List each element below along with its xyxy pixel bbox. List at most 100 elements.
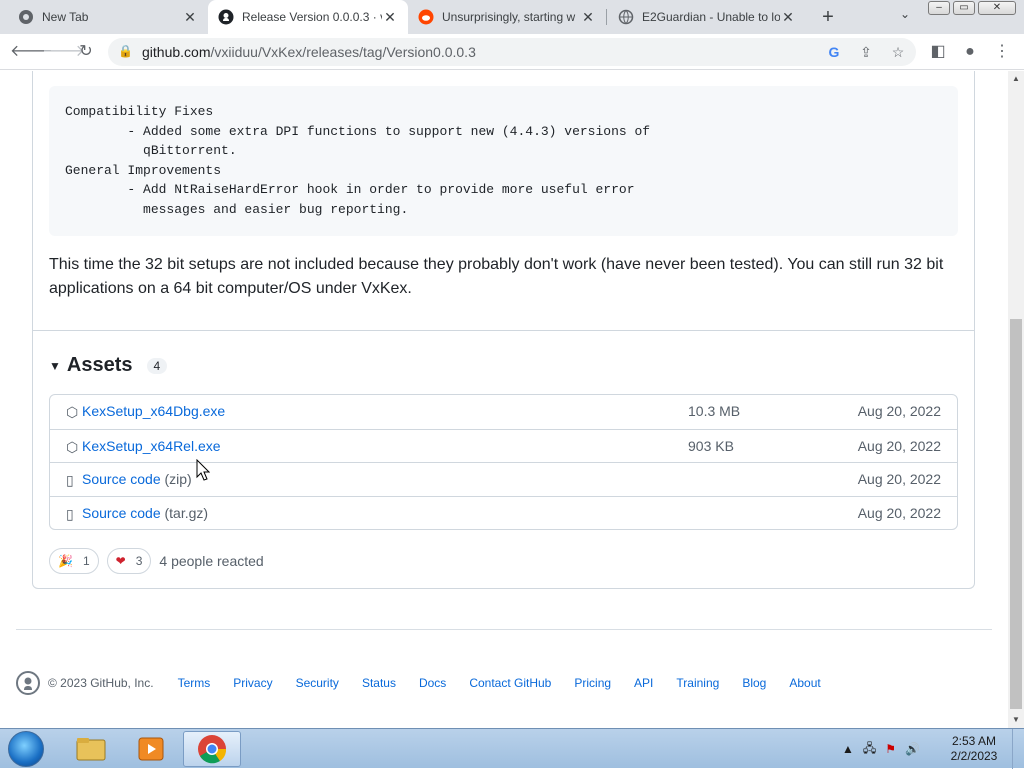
url-text[interactable]: github.com/vxiiduu/VxKex/releases/tag/Ve… (142, 44, 476, 60)
side-panel-icon[interactable]: ◧ (926, 40, 950, 64)
url-host: github.com (142, 44, 211, 60)
reload-button[interactable]: ↻ (74, 40, 98, 64)
assets-toggle[interactable]: ▼ Assets 4 (49, 354, 168, 377)
release-notes-code: Compatibility Fixes - Added some extra D… (49, 86, 958, 236)
address-bar[interactable]: 🔒 github.com/vxiiduu/VxKex/releases/tag/… (108, 38, 916, 66)
minimize-button[interactable]: – (928, 1, 950, 15)
asset-suffix: (tar.gz) (160, 504, 209, 521)
back-button[interactable]: 🡐 (10, 40, 53, 64)
taskbar-media-player[interactable] (122, 731, 180, 767)
tab-new-tab[interactable]: New Tab ✕ (8, 0, 208, 34)
forward-button[interactable]: 🡒 (42, 40, 85, 64)
close-window-button[interactable]: ✕ (978, 1, 1016, 15)
github-icon (218, 9, 234, 25)
hooray-icon: 🎉 (58, 554, 73, 568)
asset-suffix: (zip) (160, 471, 192, 487)
close-tab-icon[interactable]: ✕ (382, 9, 398, 26)
asset-date: Aug 20, 2022 (857, 504, 941, 521)
footer-link-blog[interactable]: Blog (742, 676, 766, 690)
globe-icon (618, 9, 634, 25)
asset-link[interactable]: Source code (zip) (82, 471, 192, 487)
clock-date: 2/2/2023 (950, 749, 998, 763)
page-content: Compatibility Fixes - Added some extra D… (0, 71, 1008, 728)
action-center-flag-icon[interactable]: ⚑ (885, 742, 896, 756)
asset-link[interactable]: KexSetup_x64Dbg.exe (82, 403, 225, 419)
lock-icon[interactable]: 🔒 (118, 44, 133, 58)
show-hidden-icons-icon[interactable]: ▲ (842, 742, 854, 756)
scroll-up-arrow-icon[interactable]: ▲ (1008, 71, 1024, 87)
tab-strip: New Tab ✕ Release Version 0.0.0.3 · v ✕ … (0, 0, 1024, 34)
tab-separator (606, 9, 607, 25)
mouse-cursor-icon (196, 459, 210, 481)
start-button[interactable] (8, 731, 44, 767)
clock-time: 2:53 AM (951, 734, 997, 748)
package-icon: ⬡ (66, 438, 79, 455)
reactions-summary: 4 people reacted (159, 553, 264, 569)
file-zip-icon: ▯ (66, 505, 74, 522)
reaction-heart-button[interactable]: ❤ 3 (106, 548, 152, 574)
media-player-icon (138, 737, 164, 761)
asset-row: ⬡ KexSetup_x64Rel.exe 903 KB Aug 20, 202… (50, 428, 957, 463)
close-tab-icon[interactable]: ✕ (182, 9, 198, 26)
tab-search-icon[interactable]: ⌄ (896, 7, 914, 25)
footer-link-docs[interactable]: Docs (419, 676, 446, 690)
footer-link-status[interactable]: Status (362, 676, 396, 690)
package-icon: ⬡ (66, 404, 79, 420)
footer-link-contact[interactable]: Contact GitHub (469, 676, 551, 690)
asset-size: 10.3 MB (688, 403, 741, 419)
footer-link-training[interactable]: Training (676, 676, 719, 690)
copyright: © 2023 GitHub, Inc. (48, 676, 154, 690)
profile-avatar-icon[interactable]: ● (958, 40, 982, 64)
tab-title: E2Guardian - Unable to lo (642, 10, 780, 24)
asset-date: Aug 20, 2022 (857, 471, 941, 487)
tab-title: Release Version 0.0.0.3 · v (242, 10, 382, 24)
footer-link-terms[interactable]: Terms (178, 676, 211, 690)
menu-kebab-icon[interactable]: ⋮ (990, 40, 1014, 64)
new-tab-button[interactable]: + (816, 5, 840, 29)
chrome-icon (198, 735, 227, 764)
footer-link-api[interactable]: API (634, 676, 653, 690)
show-desktop-button[interactable] (1012, 729, 1024, 769)
close-tab-icon[interactable]: ✕ (780, 9, 796, 26)
browser-toolbar: 🡐 🡒 ↻ 🔒 github.com/vxiiduu/VxKex/release… (0, 34, 1024, 70)
footer-link-privacy[interactable]: Privacy (233, 676, 272, 690)
folder-icon (76, 738, 106, 761)
reaction-hooray-button[interactable]: 🎉 1 (49, 548, 99, 574)
scrollbar-thumb[interactable] (1010, 319, 1022, 709)
heart-icon: ❤ (115, 554, 126, 568)
asset-link[interactable]: KexSetup_x64Rel.exe (82, 438, 221, 454)
asset-name: KexSetup_x64Dbg.exe (82, 403, 226, 419)
asset-name: Source code (82, 471, 161, 487)
share-icon[interactable]: ⇪ (856, 42, 876, 62)
footer-link-security[interactable]: Security (296, 676, 339, 690)
tab-e2guardian[interactable]: E2Guardian - Unable to lo ✕ (608, 0, 806, 34)
footer-link-about[interactable]: About (789, 676, 820, 690)
github-logo-icon[interactable] (16, 671, 40, 695)
maximize-button[interactable]: ▭ (953, 1, 975, 15)
taskbar-explorer[interactable] (62, 731, 120, 767)
network-icon[interactable]: 🖧 (863, 739, 876, 760)
taskbar-chrome[interactable] (183, 731, 241, 767)
asset-row: ⬡ KexSetup_x64Dbg.exe 10.3 MB Aug 20, 20… (50, 395, 957, 429)
tab-title: Unsurprisingly, starting w (442, 10, 576, 24)
assets-title: Assets (66, 354, 133, 376)
close-tab-icon[interactable]: ✕ (580, 9, 596, 26)
tab-reddit[interactable]: Unsurprisingly, starting w ✕ (408, 0, 606, 34)
vertical-scrollbar[interactable]: ▲ ▼ (1008, 71, 1024, 728)
caret-down-icon: ▼ (49, 358, 61, 373)
asset-size: 903 KB (688, 437, 734, 454)
footer: © 2023 GitHub, Inc. Terms Privacy Securi… (16, 671, 844, 695)
clock[interactable]: 2:53 AM 2/2/2023 (946, 734, 1002, 764)
tab-release[interactable]: Release Version 0.0.0.3 · v ✕ (208, 0, 408, 34)
assets-list: ⬡ KexSetup_x64Dbg.exe 10.3 MB Aug 20, 20… (49, 394, 958, 530)
footer-link-pricing[interactable]: Pricing (574, 676, 611, 690)
asset-date: Aug 20, 2022 (857, 403, 941, 419)
asset-date: Aug 20, 2022 (857, 437, 941, 454)
scroll-down-arrow-icon[interactable]: ▼ (1008, 712, 1024, 728)
google-translate-icon[interactable]: G (824, 42, 844, 62)
url-path: /vxiiduu/VxKex/releases/tag/Version0.0.0… (210, 44, 476, 60)
bookmark-star-icon[interactable]: ☆ (888, 42, 908, 62)
asset-name: KexSetup_x64Rel.exe (82, 437, 221, 454)
volume-icon[interactable]: 🔊 (905, 742, 920, 756)
asset-link[interactable]: Source code (tar.gz) (82, 505, 208, 521)
